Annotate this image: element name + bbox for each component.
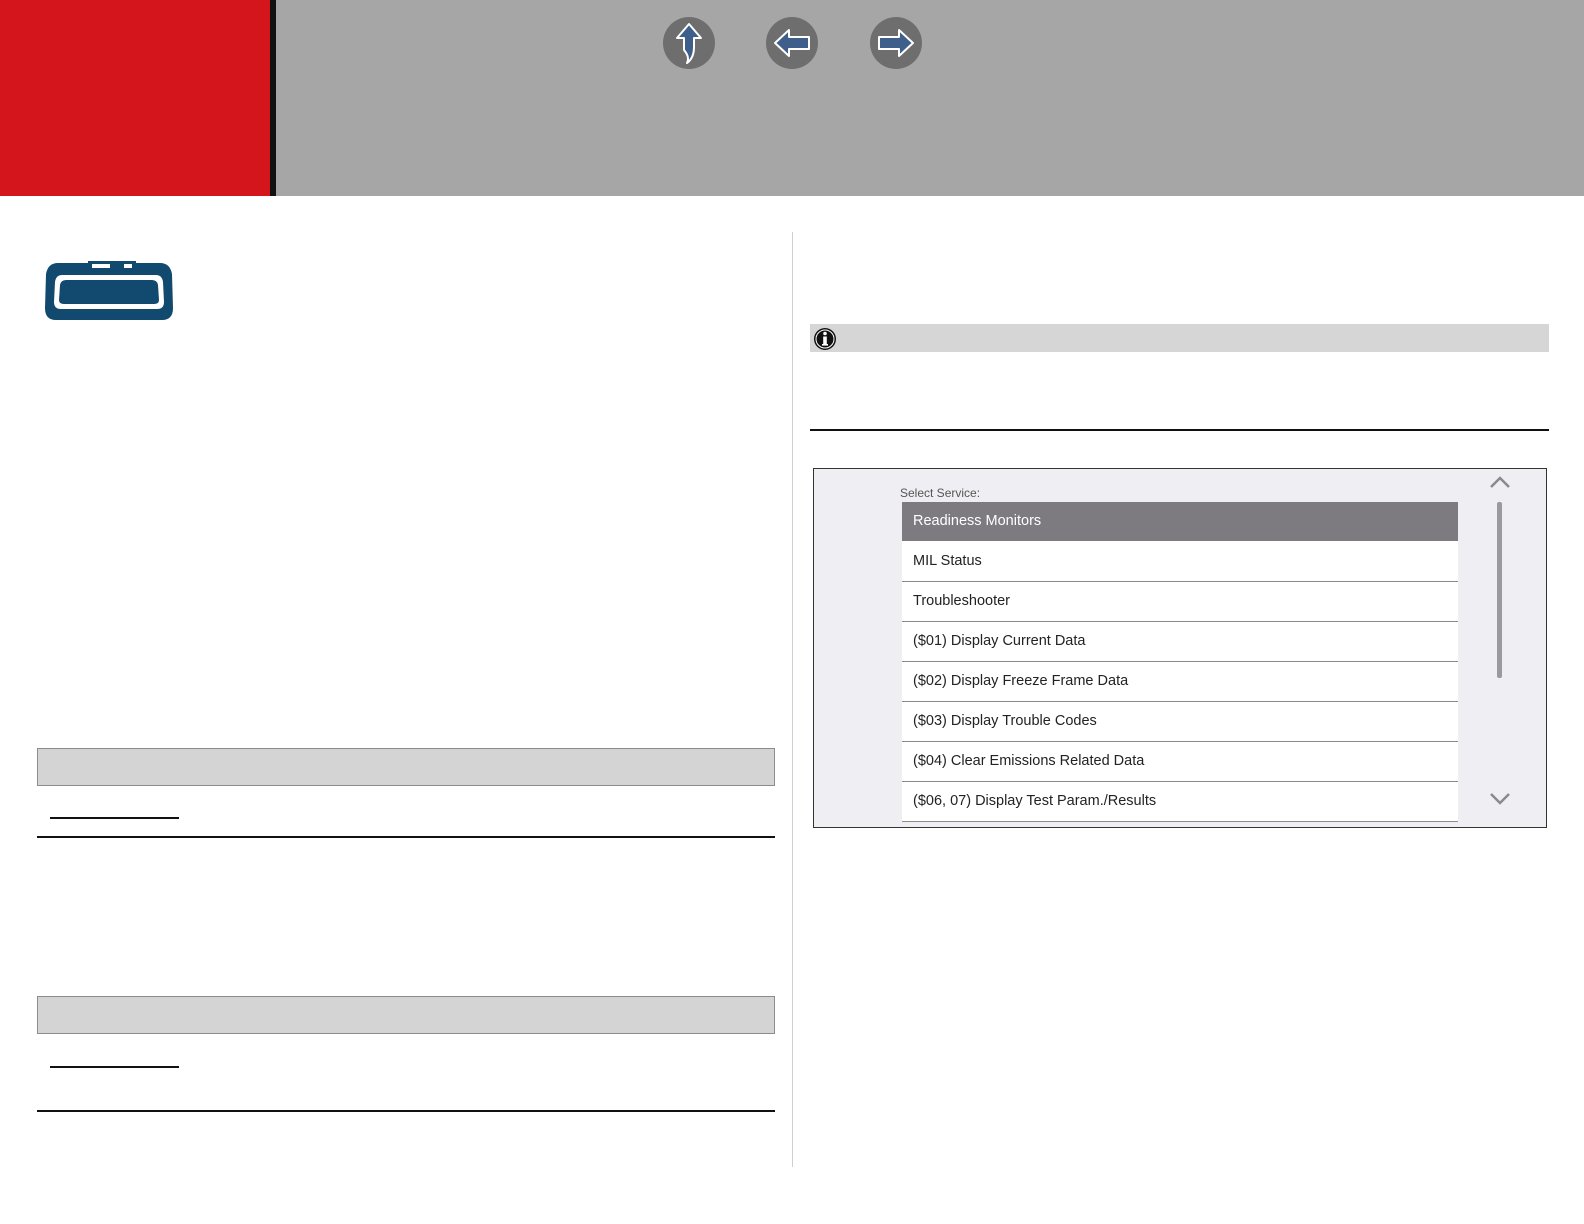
select-service-label: Select Service:: [900, 486, 981, 500]
service-menu-screenshot: Select Service: Readiness Monitors MIL S…: [813, 468, 1547, 828]
scrollbar-thumb[interactable]: [1497, 502, 1502, 678]
table-header-bar: [37, 996, 775, 1034]
section-rule: [37, 1110, 775, 1112]
service-item-troubleshooter[interactable]: Troubleshooter: [902, 582, 1458, 622]
right-arrow-icon: [870, 17, 922, 69]
short-rule: [50, 1066, 179, 1068]
service-item-trouble-codes[interactable]: ($03) Display Trouble Codes: [902, 702, 1458, 742]
chevron-down-icon[interactable]: [1488, 791, 1512, 807]
service-item-test-params[interactable]: ($06, 07) Display Test Param./Results: [902, 782, 1458, 822]
nav-up-button[interactable]: [662, 16, 716, 70]
windshield-icon: [45, 261, 173, 320]
section-rule: [37, 836, 775, 838]
service-item-current-data[interactable]: ($01) Display Current Data: [902, 622, 1458, 662]
header-brand-panel: [0, 0, 270, 196]
service-item-readiness-monitors[interactable]: Readiness Monitors: [902, 502, 1458, 542]
left-arrow-icon: [766, 17, 818, 69]
short-rule: [50, 817, 179, 819]
service-item-freeze-frame[interactable]: ($02) Display Freeze Frame Data: [902, 662, 1458, 702]
nav-forward-button[interactable]: [869, 16, 923, 70]
service-list: Readiness Monitors MIL Status Troublesho…: [902, 502, 1458, 822]
note-bar: [810, 324, 1549, 352]
up-arrow-icon: [663, 17, 715, 69]
info-icon: [814, 328, 836, 350]
service-item-clear-emissions[interactable]: ($04) Clear Emissions Related Data: [902, 742, 1458, 782]
column-divider: [792, 232, 793, 1167]
service-item-mil-status[interactable]: MIL Status: [902, 542, 1458, 582]
nav-back-button[interactable]: [765, 16, 819, 70]
section-rule: [810, 429, 1549, 431]
chevron-up-icon[interactable]: [1488, 474, 1512, 490]
header-bar: [276, 0, 1584, 196]
table-header-bar: [37, 748, 775, 786]
